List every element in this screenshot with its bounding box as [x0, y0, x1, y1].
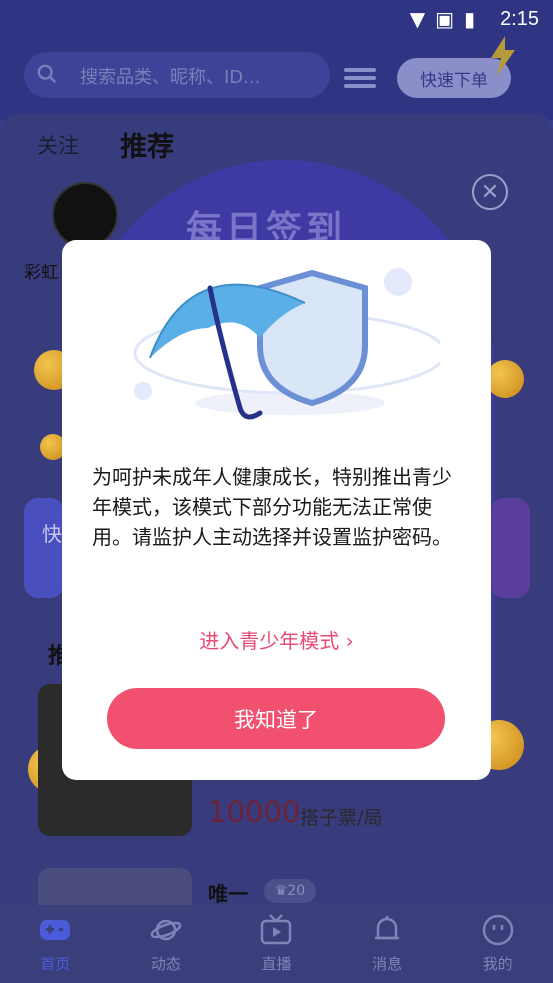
side-card-label: 快 [42, 522, 62, 546]
acknowledge-button[interactable]: 我知道了 [107, 688, 445, 749]
price-value: 10000 [208, 795, 301, 829]
nav-item-feed[interactable]: 动态 [111, 905, 222, 983]
coin-icon [486, 360, 524, 398]
side-card[interactable] [490, 498, 530, 598]
nav-item-messages[interactable]: 消息 [332, 905, 443, 983]
planet-icon [150, 919, 182, 941]
level-value: 20 [287, 883, 306, 899]
close-icon[interactable]: ✕ [472, 174, 508, 210]
level-badge: ♛ 20 [264, 879, 316, 903]
status-time: 2:15 [500, 8, 539, 30]
gamepad-icon [40, 920, 71, 940]
avatar[interactable] [52, 182, 118, 248]
nav-label: 直播 [261, 955, 292, 973]
enter-youth-mode-link[interactable]: 进入青少年模式 › [62, 625, 491, 654]
lightning-icon [491, 36, 515, 76]
search-placeholder[interactable]: 搜索品类、昵称、ID... [80, 63, 260, 89]
price-unit: 搭子票/局 [300, 807, 383, 829]
chevron-right-icon: › [345, 629, 354, 653]
status-icons: ▼ ▣ ▮ [410, 7, 475, 31]
battery-icon: ▮ [463, 7, 475, 31]
bell-icon [375, 916, 400, 940]
youth-link-label[interactable]: 进入青少年模式 [199, 629, 339, 653]
search-icon [37, 64, 57, 84]
nav-item-me[interactable]: 我的 [442, 905, 553, 983]
tv-icon [261, 914, 292, 945]
tab-recommend[interactable]: 推荐 [120, 125, 174, 164]
nav-label: 首页 [40, 955, 71, 973]
smile-icon [482, 914, 513, 946]
side-card[interactable]: 快 [24, 498, 64, 598]
list-item-name: 唯一 [208, 882, 248, 906]
bottom-nav: 首页 动态 直播 消息 我的 [0, 905, 553, 983]
dialog-message: 为呵护未成年人健康成长，特别推出青少年模式，该模式下部分功能无法正常使用。请监护… [92, 465, 452, 549]
menu-icon[interactable] [344, 66, 376, 90]
user-name-partial: 彩虹 [24, 263, 58, 283]
umbrella-shield-illustration [133, 268, 440, 420]
wifi-icon: ▼ [409, 7, 426, 31]
no-sim-icon: ▣ [435, 7, 454, 31]
nav-label: 我的 [482, 955, 513, 973]
tab-follow[interactable]: 关注 [37, 130, 79, 160]
nav-item-live[interactable]: 直播 [221, 905, 332, 983]
nav-label: 消息 [372, 955, 403, 973]
nav-label: 动态 [150, 955, 181, 973]
nav-item-home[interactable]: 首页 [0, 905, 111, 983]
